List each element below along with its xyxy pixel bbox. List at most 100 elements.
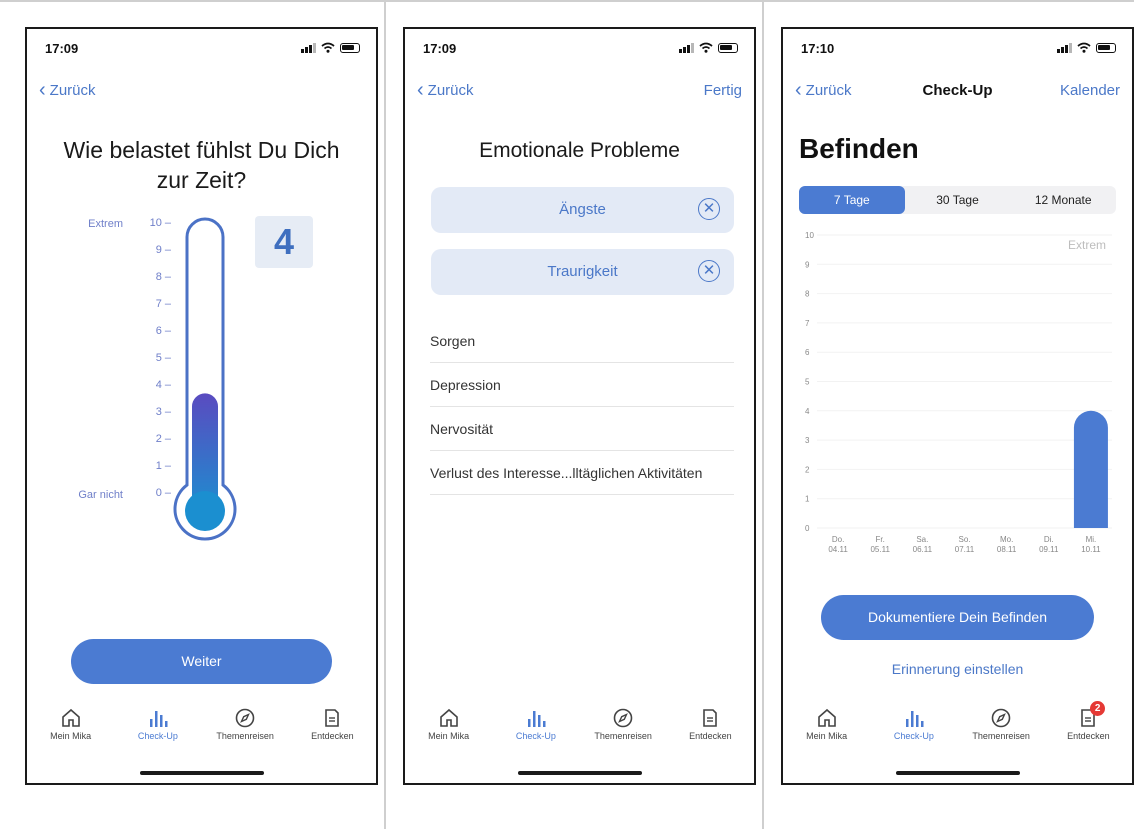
x-tick-date: 10.11 xyxy=(1081,545,1101,554)
signal-icon xyxy=(301,42,316,53)
x-tick-day: Mo. xyxy=(1000,535,1013,544)
battery-icon xyxy=(1096,42,1116,53)
y-tick-label: 3 xyxy=(805,436,810,445)
tab-label: Entdecken xyxy=(311,731,354,741)
status-bar: 17:10 xyxy=(801,41,1116,59)
x-tick-day: Di. xyxy=(1044,535,1054,544)
thermometer-bulb xyxy=(185,491,225,531)
tab-themenreisen[interactable]: Themenreisen xyxy=(580,707,667,755)
wifi-icon xyxy=(1077,42,1091,53)
tab-label: Mein Mika xyxy=(428,731,470,741)
document-icon xyxy=(325,709,340,727)
wifi-icon xyxy=(699,42,713,53)
home-icon xyxy=(61,708,80,727)
list-item[interactable]: Sorgen xyxy=(430,319,734,363)
battery-icon xyxy=(718,42,738,53)
tab-entdecken[interactable]: Entdecken xyxy=(289,707,376,755)
done-button[interactable]: Fertig xyxy=(704,82,742,99)
home-icon xyxy=(439,708,458,727)
chart-annotation: Extrem xyxy=(1068,238,1106,252)
reminder-link[interactable]: Erinnerung einstellen xyxy=(783,661,1132,677)
remove-icon[interactable]: ✕ xyxy=(698,198,720,220)
tab-check-up[interactable]: Check-Up xyxy=(870,707,957,755)
document-icon xyxy=(703,709,718,727)
chevron-left-icon: ‹ xyxy=(39,79,46,101)
tab-label: Check-Up xyxy=(137,731,178,741)
tab-label: Mein Mika xyxy=(50,731,92,741)
top-border xyxy=(0,0,1134,2)
scale-tick: 9 – xyxy=(155,244,171,256)
period-segmented-control: 7 Tage 30 Tage 12 Monate xyxy=(799,186,1116,214)
remove-icon[interactable]: ✕ xyxy=(698,260,720,282)
x-tick-day: Fr. xyxy=(876,535,885,544)
y-tick-label: 4 xyxy=(805,407,810,416)
nav-bar: ‹ Zurück xyxy=(39,79,364,105)
list-item[interactable]: Depression xyxy=(430,363,734,407)
compass-icon xyxy=(613,708,633,728)
status-icons xyxy=(1057,42,1116,53)
x-tick-day: Sa. xyxy=(916,535,928,544)
scale-min-label: Gar nicht xyxy=(78,489,123,501)
back-label: Zurück xyxy=(427,81,474,99)
tab-mein-mika[interactable]: Mein Mika xyxy=(27,707,114,755)
panel-divider xyxy=(384,0,386,829)
y-tick-label: 0 xyxy=(805,524,810,533)
selected-chip[interactable]: Traurigkeit ✕ xyxy=(431,249,734,295)
tab-themenreisen[interactable]: Themenreisen xyxy=(958,707,1045,755)
segment-12-months[interactable]: 12 Monate xyxy=(1010,186,1116,214)
tab-entdecken[interactable]: Entdecken 2 xyxy=(1045,701,1132,755)
status-time: 17:09 xyxy=(45,41,79,56)
list-item[interactable]: Verlust des Interesse...lltäglichen Akti… xyxy=(430,451,734,495)
tab-themenreisen[interactable]: Themenreisen xyxy=(202,707,289,755)
calendar-button[interactable]: Kalender xyxy=(1060,82,1120,99)
status-icons xyxy=(301,42,360,53)
chevron-left-icon: ‹ xyxy=(417,79,424,101)
tab-bar: Mein Mika Check-Up Themenreisen Entdecke… xyxy=(27,707,376,755)
page-title: Befinden xyxy=(799,133,919,164)
phone-screen-stress-scale: 17:09 ‹ Zurück Wie belastet fühlst Du Dic… xyxy=(25,27,378,785)
segment-30-days[interactable]: 30 Tage xyxy=(905,186,1011,214)
home-indicator xyxy=(517,771,642,775)
chart-bar xyxy=(1073,410,1108,528)
thermometer-slider[interactable] xyxy=(173,215,237,547)
notification-badge: 2 xyxy=(1090,701,1106,716)
tab-entdecken[interactable]: Entdecken xyxy=(667,707,754,755)
scale-tick: 8 – xyxy=(155,271,171,283)
scale-tick: 6 – xyxy=(155,325,171,337)
selected-chip[interactable]: Ängste ✕ xyxy=(431,187,734,233)
x-tick-date: 08.11 xyxy=(997,545,1017,554)
status-icons xyxy=(679,42,738,53)
wifi-icon xyxy=(321,42,335,53)
bar-chart-icon xyxy=(149,711,168,727)
back-button[interactable]: ‹ Zurück xyxy=(39,79,96,101)
y-tick-label: 7 xyxy=(805,319,810,328)
y-tick-label: 6 xyxy=(805,348,810,357)
signal-icon xyxy=(679,42,694,53)
bar-chart-icon xyxy=(905,711,924,727)
wellbeing-bar-chart: 109876543210ExtremDo.04.11Fr.05.11Sa.06.… xyxy=(805,231,1112,554)
list-item[interactable]: Nervosität xyxy=(430,407,734,451)
bar-chart-icon xyxy=(527,711,546,727)
scale-tick: 7 – xyxy=(155,298,171,310)
status-bar: 17:09 xyxy=(45,41,360,59)
y-tick-label: 1 xyxy=(805,495,810,504)
tab-mein-mika[interactable]: Mein Mika xyxy=(405,707,492,755)
nav-bar: ‹ Zurück Check-Up Kalender xyxy=(795,80,1120,105)
x-tick-date: 04.11 xyxy=(828,545,848,554)
scale-tick: 4 – xyxy=(155,379,171,391)
tab-check-up[interactable]: Check-Up xyxy=(492,707,579,755)
back-button[interactable]: ‹ Zurück xyxy=(417,79,474,101)
tab-bar: Mein Mika Check-Up Themenreisen Entdecke… xyxy=(405,707,754,755)
home-indicator xyxy=(139,771,264,775)
tab-mein-mika[interactable]: Mein Mika xyxy=(783,707,870,755)
y-tick-label: 2 xyxy=(805,465,810,474)
scale-labels: Extrem Gar nicht 10 – 9 – 8 – 7 – 6 – 5 – 4 – 3… xyxy=(61,217,171,507)
chip-label: Ängste xyxy=(559,201,606,218)
next-button[interactable]: Weiter xyxy=(71,639,332,684)
x-tick-day: Do. xyxy=(832,535,844,544)
tab-check-up[interactable]: Check-Up xyxy=(114,707,201,755)
tab-label: Check-Up xyxy=(515,731,556,741)
segment-7-days[interactable]: 7 Tage xyxy=(799,186,905,214)
tab-bar: Mein Mika Check-Up Themenreisen Entdecke… xyxy=(783,701,1132,755)
document-wellbeing-button[interactable]: Dokumentiere Dein Befinden xyxy=(821,595,1094,640)
